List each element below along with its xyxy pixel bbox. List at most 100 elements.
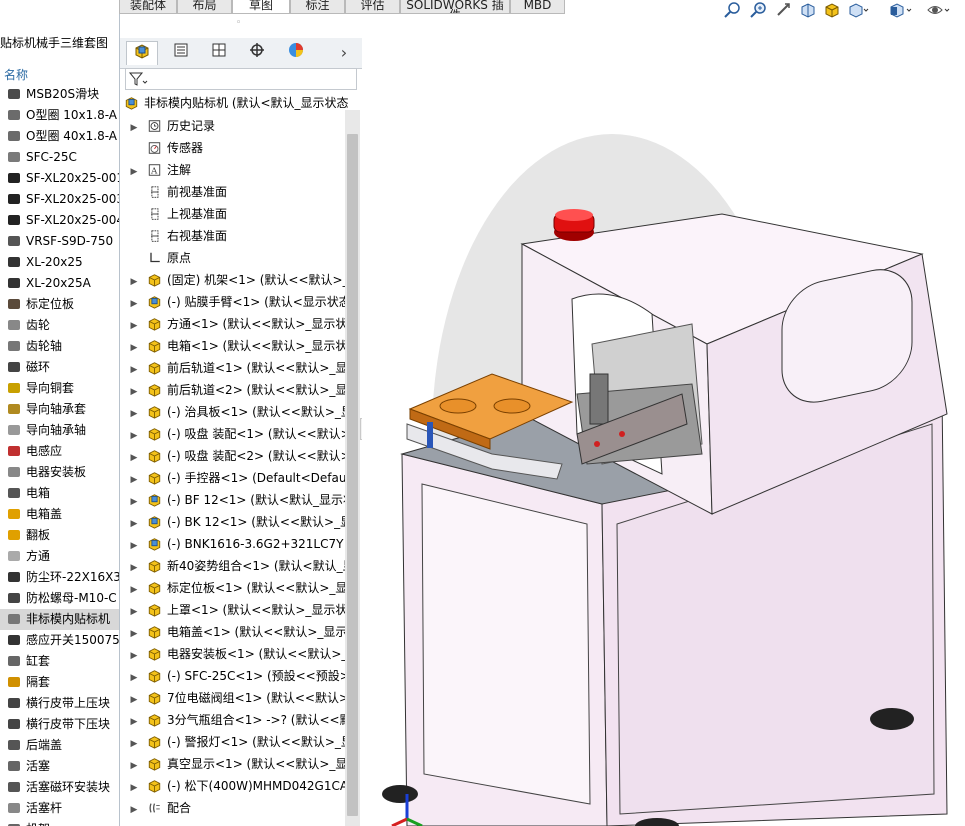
file-list-item[interactable]: 磁环 (0, 357, 50, 378)
tree-item[interactable]: ▶ 方通<1> (默认<<默认>_显示状 (120, 313, 346, 335)
file-list-item[interactable]: SF-XL20x25-004 (0, 210, 119, 231)
file-list-item[interactable]: 齿轮轴 (0, 336, 62, 357)
file-list-item[interactable]: O型圈 10x1.8-A (0, 105, 117, 126)
file-list-item[interactable]: XL-20x25A (0, 273, 91, 294)
property-manager-tab[interactable] (165, 41, 197, 65)
view-orientation-tool[interactable] (888, 1, 912, 19)
file-list-item[interactable]: 机架 (0, 819, 50, 826)
tree-item[interactable]: ▶ 3分气瓶组合<1> ->? (默认<<默 (120, 709, 346, 731)
expand-arrow-icon[interactable]: ▶ (129, 777, 139, 797)
tree-item[interactable]: ▶ (-) 吸盘 装配<1> (默认<<默认> (120, 423, 346, 445)
tab-6[interactable]: MBD (510, 0, 565, 14)
tree-root[interactable]: 非标模内贴标机 (默认<默认_显示状态 (124, 94, 349, 111)
file-list-item[interactable]: XL-20x25 (0, 252, 83, 273)
tree-item[interactable]: ▶ 前后轨道<2> (默认<<默认>_显 (120, 379, 346, 401)
file-list-item[interactable]: 横行皮带下压块 (0, 714, 110, 735)
panel-drag-handle[interactable]: ◦ (236, 18, 241, 28)
expand-arrow-icon[interactable]: ▶ (129, 513, 139, 533)
tree-item[interactable]: ▶ 电箱<1> (默认<<默认>_显示状 (120, 335, 346, 357)
tree-item[interactable]: ▶ (-) SFC-25C<1> (预設<<预設>_ (120, 665, 346, 687)
graphics-area[interactable] (362, 14, 965, 826)
file-list-item[interactable]: SF-XL20x25-003 (0, 189, 119, 210)
tree-item[interactable]: ▶ (-) 贴膜手臂<1> (默认<显示状态 (120, 291, 346, 313)
file-list-item[interactable]: 电箱 (0, 483, 50, 504)
tree-item[interactable]: ▶ A 注解 (120, 159, 346, 181)
configuration-manager-tab[interactable] (203, 41, 235, 65)
display-manager-tab[interactable] (280, 41, 312, 65)
expand-arrow-icon[interactable]: ▶ (129, 733, 139, 753)
expand-arrow-icon[interactable]: ▶ (129, 315, 139, 335)
tree-item[interactable]: ▶ (-) 手控器<1> (Default<Default (120, 467, 346, 489)
tree-item[interactable]: ▶ (-) 松下(400W)MHMD042G1CA (120, 775, 346, 797)
dynamic-annotation-tool[interactable] (822, 1, 842, 19)
tree-item[interactable]: ▶ 历史记录 (120, 115, 346, 137)
file-list-item[interactable]: 电箱盖 (0, 504, 62, 525)
expand-arrow-icon[interactable]: ▶ (129, 579, 139, 599)
file-list-item[interactable]: SFC-25C (0, 147, 77, 168)
file-list-item[interactable]: 导向铜套 (0, 378, 74, 399)
file-list-item[interactable]: 活塞 (0, 756, 50, 777)
file-list-item[interactable]: 导向轴承套 (0, 399, 86, 420)
expand-arrow-icon[interactable]: ▶ (129, 293, 139, 313)
file-list-item[interactable]: 缸套 (0, 651, 50, 672)
expand-arrow-icon[interactable]: ▶ (129, 601, 139, 621)
file-list-item[interactable]: 非标模内贴标机 (0, 609, 119, 630)
file-list-item[interactable]: 活塞磁环安装块 (0, 777, 110, 798)
tree-item[interactable]: ▶ 电箱盖<1> (默认<<默认>_显示 (120, 621, 346, 643)
hide-show-tool[interactable] (926, 1, 950, 19)
expand-arrow-icon[interactable]: ▶ (129, 557, 139, 577)
file-list-item[interactable]: 防松螺母-M10-C (0, 588, 117, 609)
tab-3[interactable]: 标注 (290, 0, 345, 14)
name-column-header[interactable]: 名称 (4, 66, 28, 83)
tab-0[interactable]: 装配体 (119, 0, 177, 14)
expand-arrow-icon[interactable]: ▶ (129, 447, 139, 467)
expand-arrow-icon[interactable]: ▶ (129, 469, 139, 489)
tree-item[interactable]: ▶ 前后轨道<1> (默认<<默认>_显 (120, 357, 346, 379)
tab-4[interactable]: 评估 (345, 0, 400, 14)
file-list-item[interactable]: O型圈 40x1.8-A (0, 126, 117, 147)
file-list-item[interactable]: 方通 (0, 546, 50, 567)
expand-arrow-icon[interactable]: ▶ (129, 535, 139, 555)
file-list-item[interactable]: 活塞杆 (0, 798, 62, 819)
expand-arrow-icon[interactable]: ▶ (129, 755, 139, 775)
dimxpert-tab[interactable] (241, 41, 273, 65)
tree-item[interactable]: ▶ 标定位板<1> (默认<<默认>_显 (120, 577, 346, 599)
tree-item[interactable]: ▶ 新40姿势组合<1> (默认<默认_显 (120, 555, 346, 577)
zoom-fit-tool[interactable] (722, 1, 742, 19)
tab-5[interactable]: SOLIDWORKS 插件 (400, 0, 510, 14)
section-view-tool[interactable] (798, 1, 818, 19)
expand-arrow-icon[interactable]: ▶ (129, 645, 139, 665)
tree-item[interactable]: 上视基准面 (120, 203, 346, 225)
file-list-item[interactable]: 电器安装板 (0, 462, 86, 483)
expand-arrow-icon[interactable]: ▶ (129, 491, 139, 511)
tree-item[interactable]: ▶ (-) 治具板<1> (默认<<默认>_显 (120, 401, 346, 423)
file-list-item[interactable]: 感应开关150075 (0, 630, 119, 651)
display-style-tool[interactable] (848, 1, 869, 19)
tree-item[interactable]: ▶ 配合 (120, 797, 346, 819)
filter-box[interactable] (125, 68, 357, 90)
file-list-item[interactable]: MSB20S滑块 (0, 84, 99, 105)
tree-item[interactable]: 传感器 (120, 137, 346, 159)
tree-item[interactable]: ▶ 上罩<1> (默认<<默认>_显示状 (120, 599, 346, 621)
tree-item[interactable]: 原点 (120, 247, 346, 269)
file-list-item[interactable]: 隔套 (0, 672, 50, 693)
previous-view-tool[interactable] (774, 1, 794, 19)
expand-arrow-icon[interactable]: ▶ (129, 359, 139, 379)
expand-arrow-icon[interactable]: ▶ (129, 271, 139, 291)
file-list-item[interactable]: 电感应 (0, 441, 62, 462)
feature-manager-tab[interactable] (126, 41, 158, 65)
file-list-item[interactable]: SF-XL20x25-001 (0, 168, 119, 189)
file-list-item[interactable]: 标定位板 (0, 294, 74, 315)
tree-item[interactable]: 右视基准面 (120, 225, 346, 247)
expand-arrow-icon[interactable]: ▶ (129, 117, 139, 137)
file-list-item[interactable]: 后端盖 (0, 735, 62, 756)
tree-item[interactable]: ▶ 真空显示<1> (默认<<默认>_显 (120, 753, 346, 775)
tree-item[interactable]: ▶ (-) 警报灯<1> (默认<<默认>_显 (120, 731, 346, 753)
tree-item[interactable]: ▶ (-) BF 12<1> (默认<默认_显示状 (120, 489, 346, 511)
expand-arrow-icon[interactable]: ▶ (129, 711, 139, 731)
expand-arrow-icon[interactable]: ▶ (129, 161, 139, 181)
file-list-item[interactable]: 横行皮带上压块 (0, 693, 110, 714)
tree-item[interactable]: ▶ (-) BK 12<1> (默认<<默认>_显 (120, 511, 346, 533)
tree-item[interactable]: ▶ 7位电磁阀组<1> (默认<<默认>_ (120, 687, 346, 709)
expand-arrow-icon[interactable]: ▶ (129, 689, 139, 709)
